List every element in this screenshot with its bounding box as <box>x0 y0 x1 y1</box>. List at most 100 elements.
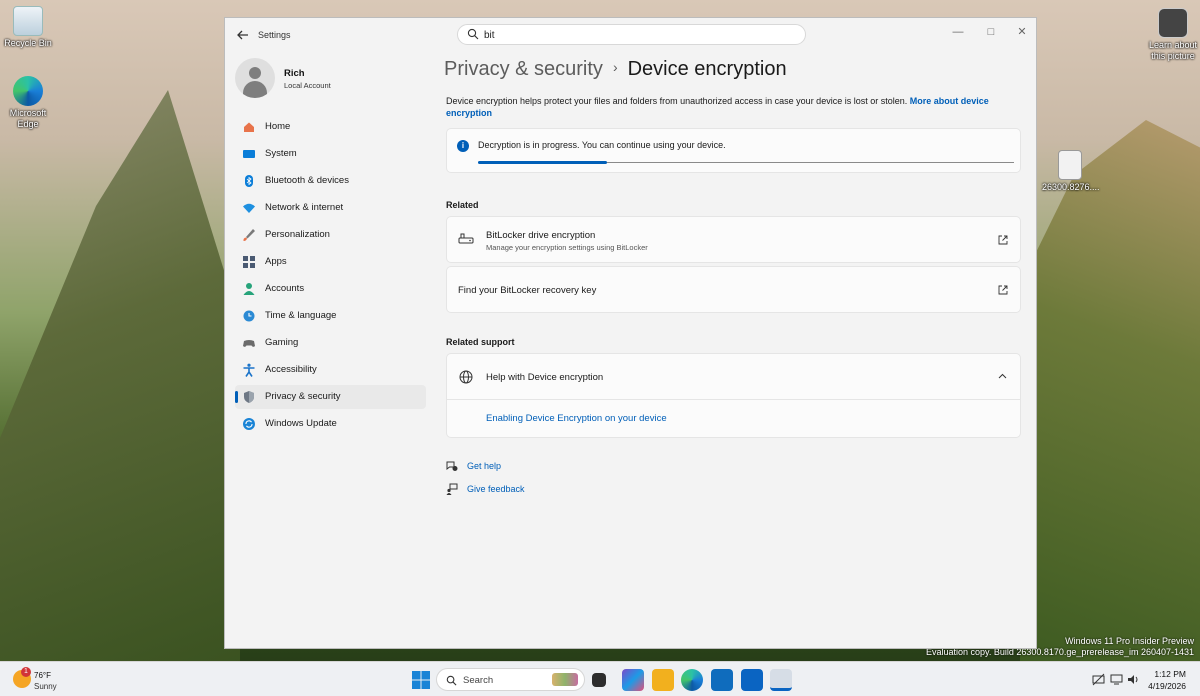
search-highlight-icon <box>552 673 578 686</box>
search-icon <box>446 675 457 686</box>
update-icon <box>243 418 255 430</box>
display-tray-icon[interactable] <box>1110 673 1123 686</box>
help-chat-icon <box>446 461 458 471</box>
chevron-right-icon: › <box>612 59 618 75</box>
clock-date: 4/19/2026 <box>1148 681 1186 691</box>
title-bar: Settings — □ ✕ <box>225 18 1036 50</box>
task-view-icon[interactable] <box>592 673 606 687</box>
search-box[interactable] <box>457 24 806 45</box>
sidebar-item-label: Bluetooth & devices <box>265 175 349 186</box>
sidebar-item-personalization[interactable]: Personalization <box>235 223 426 247</box>
volume-icon[interactable] <box>1127 673 1140 686</box>
get-help-link[interactable]: Get help <box>467 461 501 471</box>
sidebar-item-accessibility[interactable]: Accessibility <box>235 358 426 382</box>
start-button[interactable] <box>410 669 432 691</box>
info-icon: i <box>457 140 469 152</box>
open-external-icon <box>998 235 1008 245</box>
desktop-icon-label: Recycle Bin <box>4 38 52 48</box>
chevron-up-icon[interactable] <box>998 373 1007 379</box>
search-input[interactable] <box>484 27 784 43</box>
help-expander-title: Help with Device encryption <box>486 372 604 383</box>
outlook-icon[interactable] <box>741 669 763 691</box>
maximize-button[interactable]: □ <box>976 22 1006 42</box>
clock[interactable]: 1:12 PM 4/19/2026 <box>1144 668 1186 692</box>
close-button[interactable]: ✕ <box>1007 22 1037 42</box>
settings-gear-icon[interactable] <box>770 669 792 691</box>
breadcrumb: Privacy & security › Device encryption <box>444 58 787 81</box>
recovery-key-label: Find your BitLocker recovery key <box>458 285 597 296</box>
sidebar-item-label: Windows Update <box>265 418 337 429</box>
clock-time: 1:12 PM <box>1154 669 1186 679</box>
sidebar-item-label: Time & language <box>265 310 337 321</box>
person-icon <box>243 283 255 295</box>
sidebar-item-privacy-security[interactable]: Privacy & security <box>235 385 426 409</box>
search-icon <box>467 28 479 40</box>
desktop-icon-edge[interactable]: Microsoft Edge <box>0 76 56 130</box>
taskbar-search[interactable]: Search <box>436 668 585 691</box>
recovery-key-card[interactable]: Find your BitLocker recovery key <box>446 266 1021 313</box>
home-icon <box>244 122 254 132</box>
sidebar-item-label: Personalization <box>265 229 330 240</box>
open-external-icon <box>998 285 1008 295</box>
file-explorer-icon[interactable] <box>652 669 674 691</box>
sidebar-item-windows-update[interactable]: Windows Update <box>235 412 426 436</box>
edge-icon <box>13 76 43 106</box>
sidebar-item-system[interactable]: System <box>235 142 426 166</box>
help-expander-card: Help with Device encryption Enabling Dev… <box>446 353 1021 438</box>
bitlocker-title: BitLocker drive encryption <box>486 230 596 241</box>
sidebar-item-label: Apps <box>265 256 287 267</box>
store-icon[interactable] <box>711 669 733 691</box>
help-article-link[interactable]: Enabling Device Encryption on your devic… <box>486 413 667 424</box>
weather-temp: 76°F <box>34 671 51 680</box>
help-expander-header[interactable]: Help with Device encryption <box>447 354 1020 400</box>
desktop-icon-file[interactable]: 26300.8276.... <box>1042 150 1100 193</box>
notification-badge: 1 <box>21 667 31 677</box>
brush-icon <box>243 229 255 241</box>
section-heading-related: Related <box>446 200 479 210</box>
accessibility-icon <box>243 363 255 377</box>
profile-account-type: Local Account <box>284 81 331 90</box>
sidebar-nav: Home System Bluetooth & devices Network … <box>235 115 426 439</box>
globe-clock-icon <box>243 310 255 322</box>
apps-icon <box>243 256 255 268</box>
sidebar-item-label: Home <box>265 121 291 132</box>
progress-bar <box>478 161 1014 164</box>
weather-condition: Sunny <box>34 682 57 691</box>
edge-taskbar-icon[interactable] <box>681 669 703 691</box>
desktop-icon-learn-picture[interactable]: Learn about this picture <box>1145 8 1200 62</box>
give-feedback-link[interactable]: Give feedback <box>467 484 525 494</box>
taskbar: 1 76°F Sunny Search 1:12 PM 4/19/2026 <box>0 661 1200 696</box>
recycle-bin-icon <box>13 6 43 36</box>
bluetooth-icon <box>245 175 253 187</box>
sidebar-item-label: Accounts <box>265 283 305 294</box>
camera-icon <box>1158 8 1188 38</box>
breadcrumb-parent[interactable]: Privacy & security <box>444 58 603 80</box>
drive-key-icon <box>458 233 474 244</box>
bitlocker-subtitle: Manage your encryption settings using Bi… <box>486 243 648 252</box>
desktop-icon-label: 26300.8276.... <box>1042 182 1100 192</box>
wallpaper-mountain-left <box>0 90 240 670</box>
controller-icon <box>243 340 255 347</box>
app-title: Settings <box>258 30 291 40</box>
sidebar-item-home[interactable]: Home <box>235 115 426 139</box>
avatar <box>235 58 275 98</box>
sidebar-item-accounts[interactable]: Accounts <box>235 277 426 301</box>
sidebar-item-bluetooth[interactable]: Bluetooth & devices <box>235 169 426 193</box>
sidebar-item-gaming[interactable]: Gaming <box>235 331 426 355</box>
back-arrow-icon[interactable] <box>235 27 251 43</box>
sidebar-item-network[interactable]: Network & internet <box>235 196 426 220</box>
desktop-icon-label: Microsoft Edge <box>9 108 47 129</box>
page-description: Device encryption helps protect your fil… <box>446 95 1021 119</box>
sidebar-item-time-language[interactable]: Time & language <box>235 304 426 328</box>
profile-name: Rich <box>284 68 305 79</box>
globe-icon <box>459 370 473 384</box>
desktop-icon-recycle-bin[interactable]: Recycle Bin <box>0 6 56 49</box>
page-title: Device encryption <box>627 58 787 80</box>
network-off-icon[interactable] <box>1092 673 1105 686</box>
sidebar-item-label: Network & internet <box>265 202 344 213</box>
sidebar-item-label: System <box>265 148 297 159</box>
bitlocker-card[interactable]: BitLocker drive encryption Manage your e… <box>446 216 1021 263</box>
copilot-icon[interactable] <box>622 669 644 691</box>
sidebar-item-apps[interactable]: Apps <box>235 250 426 274</box>
minimize-button[interactable]: — <box>943 22 973 42</box>
